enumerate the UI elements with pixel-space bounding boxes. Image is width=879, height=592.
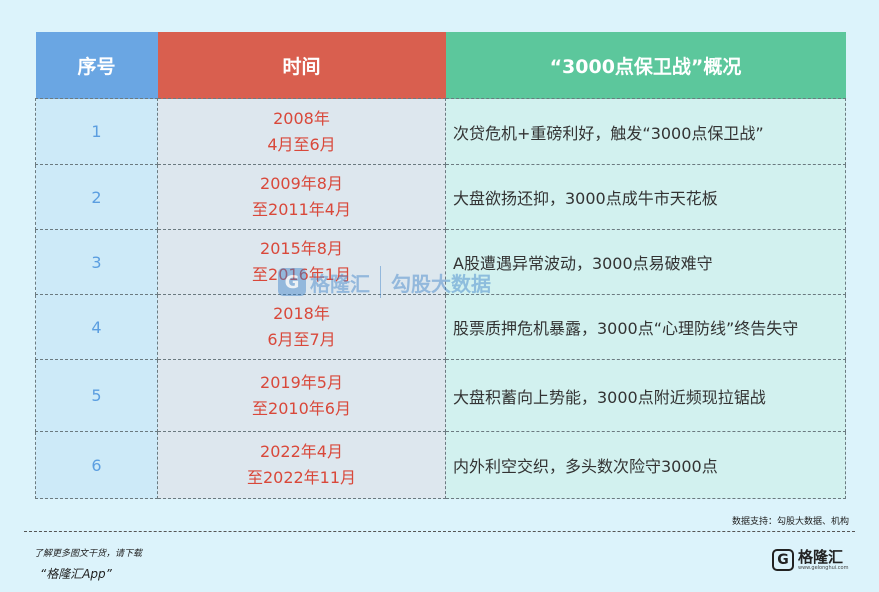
brand: G 格隆汇 www.gelonghui.com — [772, 549, 848, 571]
table-row: 1 2008年 4月至6月 次贷危机+重磅利好，触发“3000点保卫战” — [35, 98, 846, 165]
watermark-divider — [380, 266, 381, 298]
row-time-line2: 至2010年6月 — [252, 398, 351, 418]
row-overview: 内外利空交织，多头数次险守3000点 — [445, 431, 846, 499]
watermark-name: 格隆汇 — [310, 271, 370, 296]
row-overview: 次贷危机+重磅利好，触发“3000点保卫战” — [445, 98, 846, 165]
header-overview: “3000点保卫战”概况 — [445, 32, 846, 99]
table-row: 6 2022年4月 至2022年11月 内外利空交织，多头数次险守3000点 — [35, 431, 846, 499]
row-number: 1 — [35, 98, 158, 165]
row-time-line1: 2019年5月 — [260, 372, 343, 392]
watermark: G 格隆汇 勾股大数据 — [278, 262, 538, 302]
row-time: 2008年 4月至6月 — [157, 98, 446, 165]
table-row: 2 2009年8月 至2011年4月 大盘欲扬还抑，3000点成牛市天花板 — [35, 164, 846, 230]
footer-line1: 了解更多图文干货，请下载 — [34, 549, 143, 559]
row-time: 2019年5月 至2010年6月 — [157, 359, 446, 432]
brand-name: 格隆汇 — [798, 548, 844, 566]
row-number: 6 — [35, 431, 158, 499]
row-time-line1: 2015年8月 — [260, 239, 343, 258]
row-overview: 大盘欲扬还抑，3000点成牛市天花板 — [445, 164, 846, 230]
row-time-line2: 至2011年4月 — [252, 200, 351, 219]
row-overview: 股票质押危机暴露，3000点“心理防线”终告失守 — [445, 294, 846, 360]
row-time: 2018年 6月至7月 — [157, 294, 446, 360]
row-time: 2009年8月 至2011年4月 — [157, 164, 446, 230]
row-number: 3 — [35, 229, 158, 295]
footer-line2: “格隆汇App” — [40, 567, 112, 581]
footer-divider — [24, 531, 855, 532]
row-number: 5 — [35, 359, 158, 432]
data-source: 数据支持：勾股大数据、机构 — [731, 517, 849, 527]
brand-logo-icon: G — [772, 549, 794, 571]
row-time-line1: 2008年 — [273, 108, 330, 128]
brand-url: www.gelonghui.com — [798, 565, 849, 571]
row-time-line1: 2018年 — [273, 304, 330, 323]
table-row: 4 2018年 6月至7月 股票质押危机暴露，3000点“心理防线”终告失守 — [35, 294, 846, 360]
table-row: 5 2019年5月 至2010年6月 大盘积蓄向上势能，3000点附近频现拉锯战 — [35, 359, 846, 432]
row-number: 4 — [35, 294, 158, 360]
row-overview: 大盘积蓄向上势能，3000点附近频现拉锯战 — [445, 359, 846, 432]
header-time: 时间 — [157, 32, 446, 99]
row-number: 2 — [35, 164, 158, 230]
header-no: 序号 — [35, 32, 158, 99]
row-time-line2: 6月至7月 — [267, 330, 336, 349]
row-time: 2022年4月 至2022年11月 — [157, 431, 446, 499]
watermark-logo-icon: G — [278, 268, 306, 296]
row-time-line1: 2009年8月 — [260, 174, 343, 193]
row-time-line2: 至2022年11月 — [246, 468, 357, 487]
row-time-line2: 4月至6月 — [267, 134, 336, 154]
row-time-line1: 2022年4月 — [260, 442, 343, 461]
watermark-name2: 勾股大数据 — [391, 271, 491, 296]
